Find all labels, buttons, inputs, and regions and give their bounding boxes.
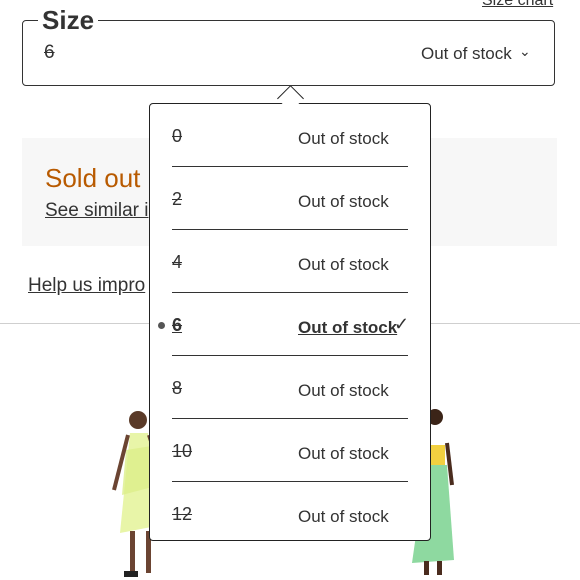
help-improve-link[interactable]: Help us impro: [28, 275, 145, 297]
size-option-label: 12: [172, 504, 193, 524]
size-option-label: 2: [172, 189, 183, 209]
size-option-label: 0: [172, 126, 183, 146]
size-option-8[interactable]: 8 Out of stock: [172, 356, 408, 419]
size-option-6[interactable]: 6 Out of stock ✓: [158, 293, 410, 356]
selected-size-value: 6: [44, 42, 55, 63]
size-option-label: 4: [172, 252, 183, 272]
size-option-status: Out of stock: [298, 507, 389, 526]
sold-out-title: Sold out: [45, 163, 141, 193]
size-option-0[interactable]: 0 Out of stock: [172, 104, 408, 167]
size-chart-link[interactable]: Size chart: [482, 0, 553, 10]
size-option-status: Out of stock: [298, 192, 389, 211]
selected-bullet-icon: [158, 322, 165, 329]
size-option-label: 10: [172, 441, 193, 461]
size-dropdown-menu: 0 Out of stock 2 Out of stock 4 Out of s…: [149, 103, 431, 541]
size-option-10[interactable]: 10 Out of stock: [172, 419, 408, 482]
size-option-2[interactable]: 2 Out of stock: [172, 167, 408, 230]
size-legend: Size: [38, 4, 99, 36]
size-option-status: Out of stock: [298, 444, 389, 463]
chevron-down-icon[interactable]: ⌄: [519, 43, 531, 60]
size-option-status: Out of stock: [298, 381, 389, 400]
size-option-status: Out of stock: [298, 318, 398, 337]
size-option-status: Out of stock: [298, 255, 389, 274]
check-icon: ✓: [394, 314, 410, 334]
size-option-label: 8: [172, 378, 183, 398]
size-option-4[interactable]: 4 Out of stock: [172, 230, 408, 293]
size-option-label: 6: [172, 315, 183, 335]
see-similar-link[interactable]: See similar i: [45, 200, 148, 222]
size-option-status: Out of stock: [298, 129, 389, 148]
size-option-12[interactable]: 12 Out of stock: [172, 482, 408, 545]
selected-size-status: Out of stock: [421, 44, 512, 63]
